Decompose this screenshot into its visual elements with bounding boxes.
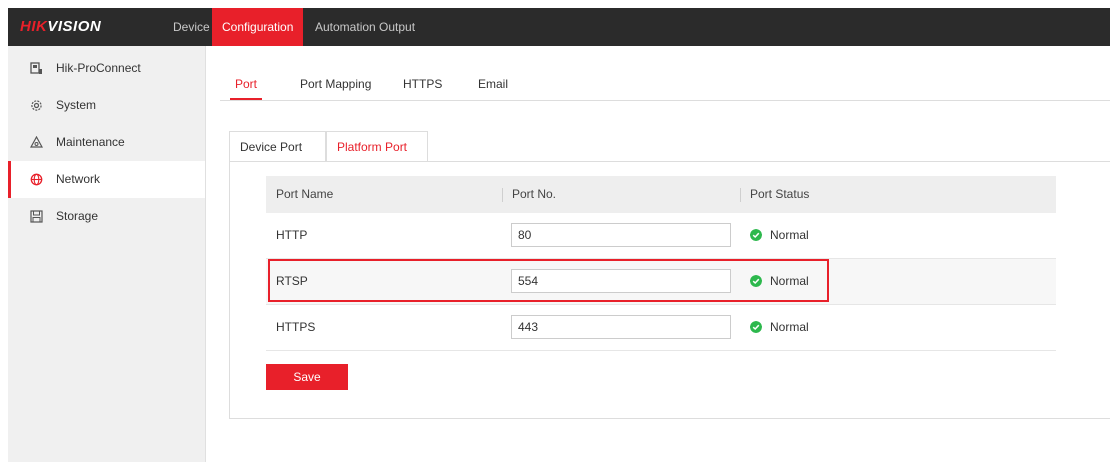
subtab-device-port[interactable]: Device Port xyxy=(229,131,326,162)
nav-automation-output[interactable]: Automation Output xyxy=(305,8,425,46)
port-name: HTTPS xyxy=(276,320,316,334)
save-button[interactable]: Save xyxy=(266,364,348,390)
storage-icon xyxy=(30,210,43,223)
subtab-platform-port[interactable]: Platform Port xyxy=(326,131,428,163)
port-name: RTSP xyxy=(276,274,308,288)
column-header-port-status: Port Status xyxy=(750,187,810,201)
sidebar-item-label: System xyxy=(56,98,97,112)
check-circle-icon xyxy=(750,275,762,287)
sidebar-item-label: Storage xyxy=(56,209,99,223)
sidebar-item-label: Hik-ProConnect xyxy=(56,61,141,75)
check-circle-icon xyxy=(750,229,762,241)
tab-port-mapping[interactable]: Port Mapping xyxy=(300,74,371,99)
column-divider xyxy=(740,188,741,202)
sidebar-item-network[interactable]: Network xyxy=(8,161,205,198)
table-row: HTTP Normal xyxy=(266,213,1056,259)
device-icon xyxy=(30,62,42,74)
sidebar-item-storage[interactable]: Storage xyxy=(8,198,205,235)
globe-icon xyxy=(30,173,43,186)
nav-configuration[interactable]: Configuration xyxy=(212,8,304,46)
maintenance-icon xyxy=(30,136,43,148)
port-status: Normal xyxy=(770,274,809,288)
logo-prefix: HIK xyxy=(20,18,48,35)
tab-https[interactable]: HTTPS xyxy=(403,74,442,99)
port-status: Normal xyxy=(770,320,809,334)
sidebar-item-label: Network xyxy=(56,172,101,186)
port-name: HTTP xyxy=(276,228,308,242)
port-number-input-http[interactable] xyxy=(511,223,731,247)
port-status: Normal xyxy=(770,228,809,242)
column-header-port-no: Port No. xyxy=(512,187,557,201)
sidebar-item-system[interactable]: System xyxy=(8,87,205,124)
tab-email[interactable]: Email xyxy=(478,74,508,99)
port-number-input-rtsp[interactable] xyxy=(511,269,731,293)
tab-port[interactable]: Port xyxy=(230,74,262,100)
config-tabs: Port Port Mapping HTTPS Email xyxy=(220,74,1110,101)
sidebar: Hik-ProConnect System Maintenance Networ… xyxy=(8,46,206,462)
column-divider xyxy=(502,188,503,202)
table-row: RTSP Normal xyxy=(266,259,1056,305)
hikvision-logo: HIKVISION xyxy=(20,19,101,35)
logo-suffix: VISION xyxy=(47,18,102,35)
check-circle-icon xyxy=(750,321,762,333)
port-number-input-https[interactable] xyxy=(511,315,731,339)
sidebar-item-label: Maintenance xyxy=(56,135,125,149)
table-row: HTTPS Normal xyxy=(266,305,1056,351)
sidebar-item-maintenance[interactable]: Maintenance xyxy=(8,124,205,161)
column-header-port-name: Port Name xyxy=(276,187,334,201)
table-header: Port Name Port No. Port Status xyxy=(266,176,1056,213)
top-bar: HIKVISION Device Configuration Automatio… xyxy=(8,8,1110,46)
gear-icon xyxy=(31,100,42,111)
sidebar-item-hik-proconnect[interactable]: Hik-ProConnect xyxy=(8,50,205,87)
